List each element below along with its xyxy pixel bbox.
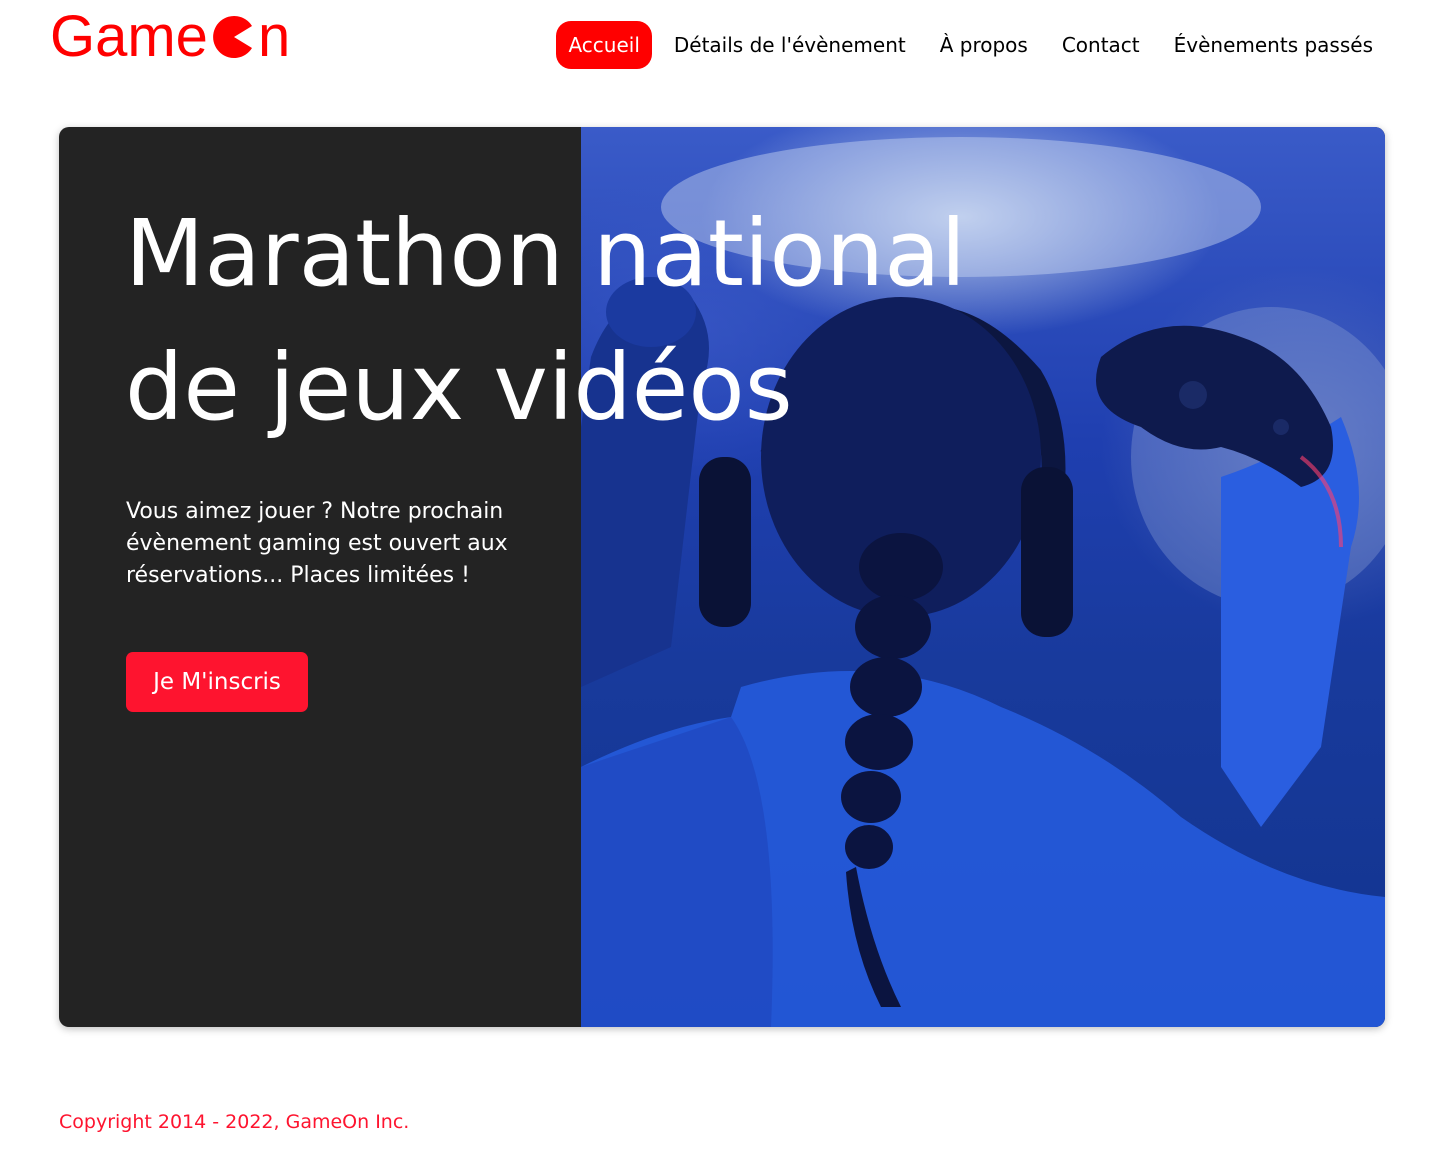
- logo-text-suffix: n: [257, 4, 291, 69]
- main-nav: Accueil Détails de l'évènement À propos …: [546, 21, 1385, 69]
- nav-item-accueil[interactable]: Accueil: [556, 21, 652, 69]
- nav-item-contact[interactable]: Contact: [1050, 21, 1152, 69]
- hero-section: Marathon national de jeux vidéos Vous ai…: [59, 127, 1385, 1027]
- nav-item-event-details[interactable]: Détails de l'évènement: [662, 21, 918, 69]
- hero-description: Vous aimez jouer ? Notre prochain évènem…: [126, 499, 508, 588]
- hero-title: Marathon national de jeux vidéos: [125, 200, 967, 441]
- nav-item-about[interactable]: À propos: [928, 21, 1040, 69]
- register-button[interactable]: Je M'inscris: [126, 652, 308, 712]
- site-header: Game n Accueil Détails de l'évènement À p…: [0, 0, 1450, 90]
- pacman-o-icon: [212, 15, 256, 59]
- logo-text-prefix: Game: [50, 4, 208, 69]
- copyright-text: Copyright 2014 - 2022, GameOn Inc.: [59, 1111, 410, 1133]
- gameon-logo[interactable]: Game n: [50, 6, 290, 68]
- nav-item-past-events[interactable]: Évènements passés: [1162, 21, 1385, 69]
